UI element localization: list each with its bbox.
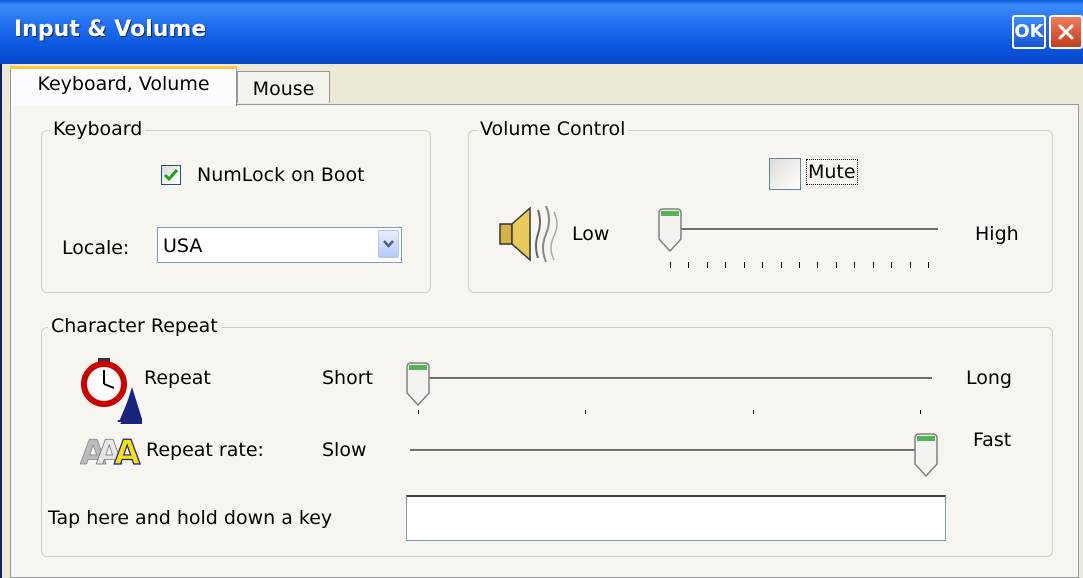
locale-select[interactable]: USA xyxy=(157,227,402,263)
slider-tick xyxy=(872,262,874,268)
slider-tick xyxy=(891,262,893,268)
slider-tick xyxy=(752,410,754,414)
slider-tick xyxy=(920,410,921,414)
keyboard-group-label: Keyboard xyxy=(50,118,146,140)
repeat-delay-slider-track[interactable] xyxy=(416,377,932,380)
numlock-label[interactable]: NumLock on Boot xyxy=(197,163,365,187)
title-bar: Input & Volume OK xyxy=(0,0,1083,64)
repeat-short-label: Short xyxy=(322,367,373,389)
mute-label[interactable]: Mute xyxy=(806,159,858,185)
slider-tick xyxy=(854,262,856,268)
locale-dropdown-button[interactable] xyxy=(378,230,399,258)
stopwatch-icon: A xyxy=(81,358,142,424)
slider-tick xyxy=(418,410,419,414)
speaker-icon xyxy=(499,205,558,263)
slider-tick xyxy=(688,262,690,268)
window-title: Input & Volume xyxy=(14,17,207,42)
slider-tick xyxy=(928,262,929,268)
close-icon xyxy=(1058,24,1074,40)
slider-tick xyxy=(706,262,708,268)
slider-tick xyxy=(780,262,782,268)
tab-mouse[interactable]: Mouse xyxy=(237,71,330,103)
slider-tick xyxy=(835,262,837,268)
keyboard-group xyxy=(41,130,431,293)
repeat-rate-slider-track[interactable] xyxy=(410,449,934,452)
volume-high-label: High xyxy=(975,223,1019,245)
slider-tick xyxy=(762,262,764,268)
svg-text:A: A xyxy=(117,391,142,424)
repeat-fast-label: Fast xyxy=(973,429,1012,451)
chevron-down-icon xyxy=(383,240,394,248)
svg-text:A: A xyxy=(114,433,141,468)
close-button[interactable] xyxy=(1049,15,1083,49)
mute-checkbox[interactable] xyxy=(769,158,801,190)
slider-tick xyxy=(743,262,745,268)
slider-tick xyxy=(725,262,727,268)
window-border xyxy=(0,64,2,578)
slider-tick xyxy=(799,262,800,268)
volume-slider-thumb[interactable] xyxy=(657,207,683,253)
repeat-slow-label: Slow xyxy=(322,439,367,461)
character-repeat-group-label: Character Repeat xyxy=(48,315,221,337)
slider-tick xyxy=(585,410,587,414)
locale-label: Locale: xyxy=(62,237,130,259)
repeat-rate-icon: A A A xyxy=(80,432,142,468)
repeat-label: Repeat xyxy=(144,367,211,389)
numlock-checkbox[interactable] xyxy=(161,165,181,185)
volume-group-label: Volume Control xyxy=(477,118,629,140)
repeat-rate-label: Repeat rate: xyxy=(146,439,264,461)
repeat-long-label: Long xyxy=(966,367,1012,389)
volume-slider-track[interactable] xyxy=(666,228,938,231)
tap-test-input[interactable] xyxy=(406,495,946,541)
repeat-rate-slider-thumb[interactable] xyxy=(913,432,939,478)
slider-tick xyxy=(909,262,911,268)
repeat-delay-slider-thumb[interactable] xyxy=(405,361,431,407)
ok-button[interactable]: OK xyxy=(1012,15,1046,49)
slider-tick xyxy=(670,262,671,268)
slider-tick xyxy=(817,262,819,268)
locale-value: USA xyxy=(163,235,203,257)
volume-low-label: Low xyxy=(572,223,610,245)
tap-test-label: Tap here and hold down a key xyxy=(48,507,333,529)
tab-keyboard-volume[interactable]: Keyboard, Volume xyxy=(10,66,237,106)
checkmark-icon xyxy=(163,169,179,182)
